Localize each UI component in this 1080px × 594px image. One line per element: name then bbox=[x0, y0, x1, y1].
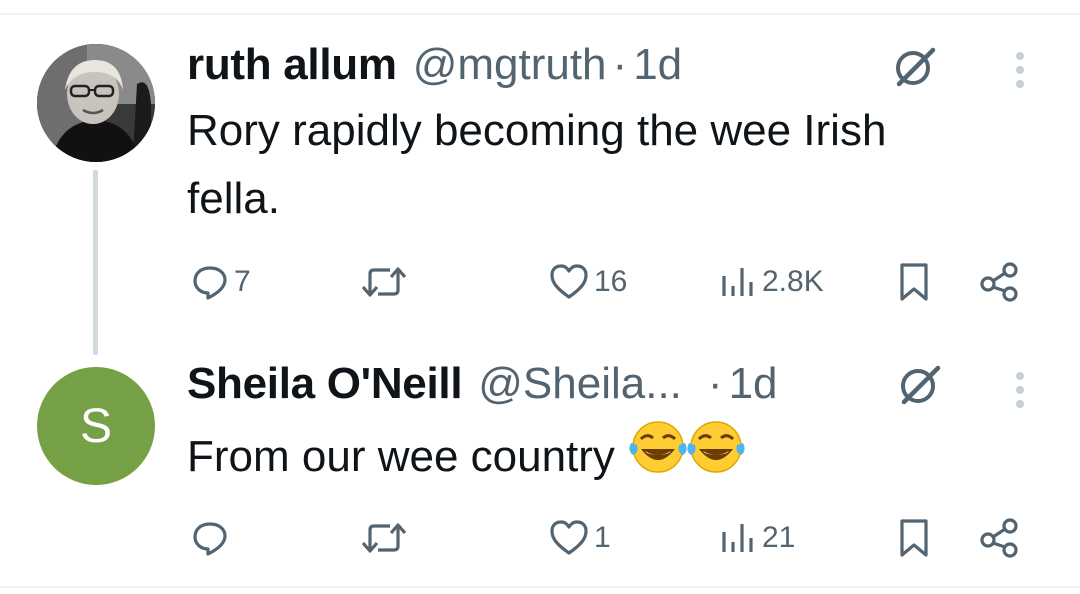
top-divider bbox=[0, 13, 1080, 15]
retweet-button[interactable] bbox=[358, 260, 410, 304]
timestamp[interactable]: 1d bbox=[729, 359, 778, 409]
like-count: 1 bbox=[594, 521, 611, 554]
bookmark-icon bbox=[900, 519, 928, 557]
avatar[interactable]: S bbox=[37, 367, 155, 485]
share-button[interactable] bbox=[978, 260, 1022, 304]
like-icon bbox=[550, 264, 588, 299]
emoji-face-with-tears-of-joy-icon bbox=[685, 419, 747, 495]
avatar-photo bbox=[37, 44, 155, 162]
share-button[interactable] bbox=[978, 516, 1022, 560]
tweet-text-line: Rory rapidly becoming the wee Irish bbox=[187, 106, 887, 155]
tweet-text-line: From our wee country bbox=[187, 432, 615, 481]
thread-connector bbox=[93, 170, 98, 355]
like-count: 16 bbox=[594, 265, 628, 298]
views-button[interactable]: 2.8K bbox=[718, 260, 824, 304]
view-count: 21 bbox=[762, 521, 796, 554]
more-options-icon[interactable] bbox=[1005, 45, 1035, 95]
grok-icon[interactable] bbox=[890, 42, 940, 92]
tweet-text: Rory rapidly becoming the wee Irish fell… bbox=[187, 97, 886, 233]
bookmark-icon bbox=[900, 263, 928, 301]
views-icon bbox=[722, 268, 753, 296]
share-icon bbox=[980, 262, 1018, 302]
tweet-text: From our wee country bbox=[187, 419, 747, 495]
more-options-icon[interactable] bbox=[1005, 365, 1035, 415]
views-icon bbox=[722, 524, 753, 552]
reply-icon bbox=[193, 522, 227, 556]
tweet-text-line: fella. bbox=[187, 174, 280, 223]
display-name[interactable]: Sheila O'Neill bbox=[187, 359, 463, 409]
separator: · bbox=[612, 40, 628, 89]
avatar[interactable] bbox=[37, 44, 155, 162]
views-button[interactable]: 21 bbox=[718, 516, 795, 560]
user-handle[interactable]: @Sheila... bbox=[478, 359, 682, 409]
user-handle[interactable]: @mgtruth bbox=[413, 40, 607, 90]
bookmark-button[interactable] bbox=[896, 516, 932, 560]
grok-icon[interactable] bbox=[895, 360, 945, 410]
avatar-letter: S bbox=[79, 399, 112, 453]
bookmark-button[interactable] bbox=[896, 260, 932, 304]
tweet-header: Sheila O'Neill @Sheila... · 1d bbox=[187, 359, 778, 409]
like-icon bbox=[550, 520, 588, 555]
tweet-header: ruth allum @mgtruth · 1d bbox=[187, 40, 682, 90]
retweet-icon bbox=[361, 523, 407, 553]
share-icon bbox=[980, 518, 1018, 558]
emoji-face-with-tears-of-joy-icon bbox=[627, 419, 689, 495]
like-button[interactable]: 16 bbox=[548, 260, 627, 304]
like-button[interactable]: 1 bbox=[548, 516, 611, 560]
display-name[interactable]: ruth allum bbox=[187, 40, 397, 90]
view-count: 2.8K bbox=[762, 265, 824, 298]
retweet-button[interactable] bbox=[358, 516, 410, 560]
timestamp[interactable]: 1d bbox=[633, 40, 682, 90]
reply-button[interactable]: 7 bbox=[190, 260, 251, 304]
separator: · bbox=[707, 359, 723, 408]
reply-count: 7 bbox=[234, 265, 251, 298]
reply-icon bbox=[193, 266, 227, 300]
retweet-icon bbox=[361, 267, 407, 297]
reply-button[interactable] bbox=[190, 516, 234, 560]
bottom-divider bbox=[0, 586, 1080, 588]
